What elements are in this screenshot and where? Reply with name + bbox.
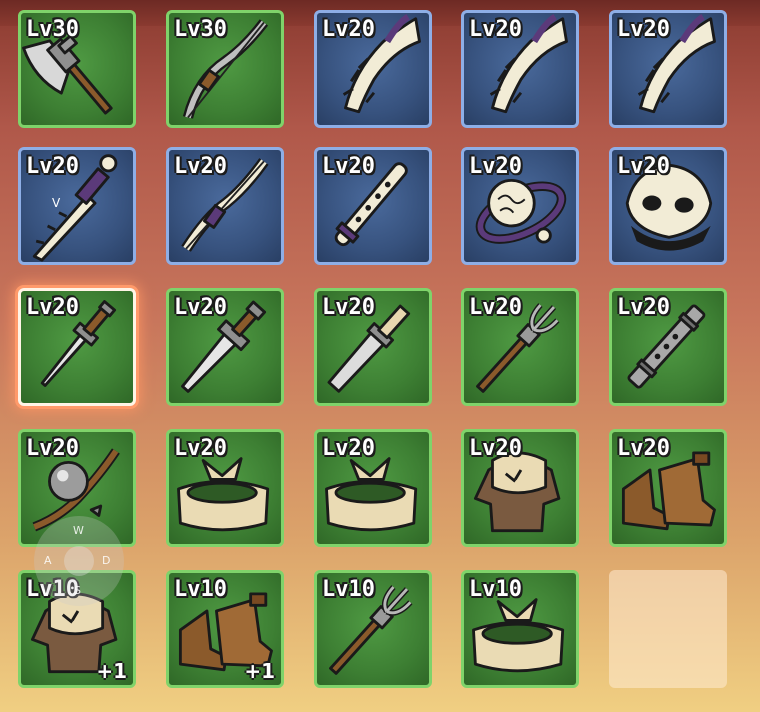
item-slot-brain-orb[interactable]: Lv20 [461,147,579,265]
item-slot-short-sword[interactable]: Lv20 [314,288,432,406]
virtual-joystick[interactable]: W A D S [34,516,124,606]
item-level-label: Lv20 [174,154,227,179]
item-level-label: Lv20 [174,295,227,320]
item-slot-cloth-tunic[interactable]: Lv20 [461,429,579,547]
item-level-label: Lv20 [469,436,522,461]
joystick-up-key: W [73,524,84,537]
item-slot-leather-boots[interactable]: Lv20 [609,429,727,547]
item-slot-bone-blade[interactable]: Lv20 [314,10,432,128]
item-slot-bone-bow[interactable]: Lv20 [166,147,284,265]
item-level-label: Lv20 [617,295,670,320]
item-level-label: Lv20 [322,17,375,42]
item-slot-trident-spear[interactable]: Lv20 [461,288,579,406]
item-slot-iron-flute[interactable]: Lv20 [609,288,727,406]
item-level-label: Lv10 [469,577,522,602]
joystick-knob[interactable] [64,546,94,576]
item-slot-dagger[interactable]: Lv20 [18,288,136,406]
item-level-label: Lv20 [617,436,670,461]
item-slot-bone-mask[interactable]: Lv20 [609,147,727,265]
weapon-hotkey-label: V [52,196,61,210]
item-level-label: Lv20 [469,154,522,179]
item-slot-bone-sword[interactable]: Lv20 [18,147,136,265]
item-level-label: Lv20 [26,295,79,320]
item-level-label: Lv20 [322,154,375,179]
item-level-label: Lv20 [26,154,79,179]
item-level-label: Lv20 [322,436,375,461]
item-slot-cloth-headband[interactable]: Lv10 [461,570,579,688]
item-level-label: Lv30 [26,17,79,42]
item-slot-trident-spear[interactable]: Lv10 [314,570,432,688]
item-slot-cloth-headband[interactable]: Lv20 [166,429,284,547]
item-level-label: Lv30 [174,17,227,42]
item-level-label: Lv20 [26,436,79,461]
inventory-grid: Lv30 Lv30 Lv20 Lv20 Lv20 Lv20 Lv20 Lv20 … [0,0,760,712]
item-level-label: Lv20 [617,17,670,42]
item-level-label: Lv20 [617,154,670,179]
item-slot-broadsword[interactable]: Lv20 [166,288,284,406]
item-slot-bone-blade[interactable]: Lv20 [609,10,727,128]
item-level-label: Lv20 [469,295,522,320]
item-upgrade-badge: +1 [96,659,127,683]
item-slot-leather-boots[interactable]: Lv10 +1 [166,570,284,688]
item-level-label: Lv10 [322,577,375,602]
joystick-right-key: D [102,554,111,567]
item-level-label: Lv20 [174,436,227,461]
item-slot-cloth-headband[interactable]: Lv20 [314,429,432,547]
item-level-label: Lv20 [469,17,522,42]
item-slot-battle-axe[interactable]: Lv30 [18,10,136,128]
item-slot-bone-blade[interactable]: Lv20 [461,10,579,128]
joystick-down-key: S [74,584,81,597]
item-level-label: Lv20 [322,295,375,320]
item-level-label: Lv10 [174,577,227,602]
item-upgrade-badge: +1 [244,659,275,683]
item-slot-bone-flute[interactable]: Lv20 [314,147,432,265]
empty-item-slot[interactable] [609,570,727,688]
item-slot-recurve-bow[interactable]: Lv30 [166,10,284,128]
joystick-left-key: A [44,554,52,567]
